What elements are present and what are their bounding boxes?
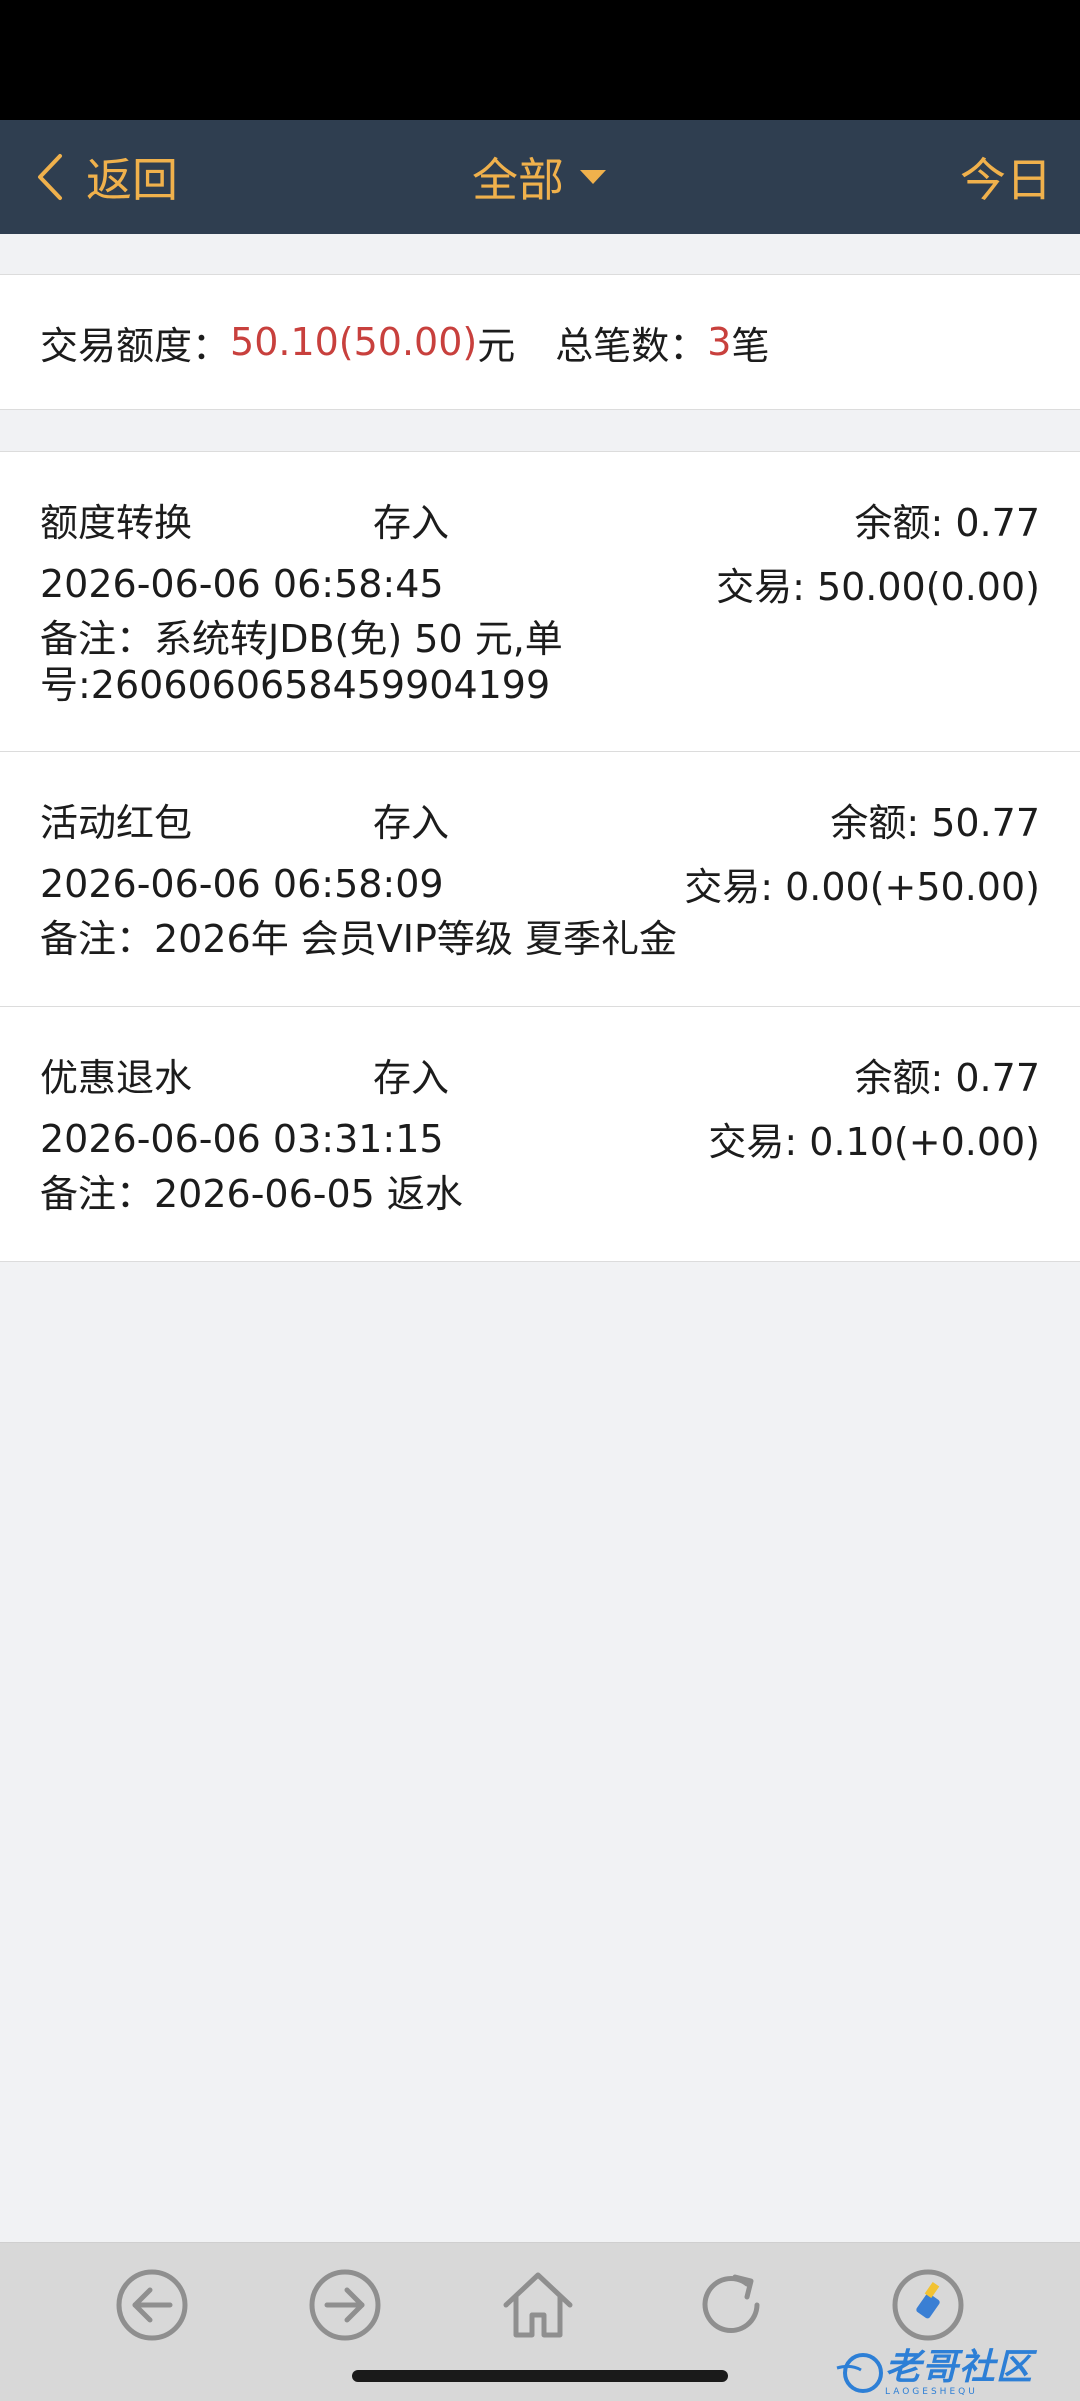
list-item[interactable]: 额度转换 存入 余额: 0.77 2026-06-06 06:58:45 交易:… bbox=[0, 452, 1080, 752]
amount-label: 交易额度： bbox=[40, 323, 231, 368]
transaction-list: 额度转换 存入 余额: 0.77 2026-06-06 06:58:45 交易:… bbox=[0, 451, 1080, 1262]
amount-value: 50.10(50.00) bbox=[230, 320, 478, 364]
record-direction: 存入 bbox=[373, 801, 450, 845]
record-type: 额度转换 bbox=[40, 501, 193, 545]
today-button[interactable]: 今日 bbox=[960, 120, 1052, 234]
watermark-subtext: LAOGESHEQU bbox=[885, 2386, 978, 2397]
caret-down-icon bbox=[580, 170, 606, 184]
record-balance: 余额: 0.77 bbox=[854, 501, 1041, 545]
record-datetime: 2026-06-06 03:31:15 bbox=[40, 1116, 444, 1161]
list-item[interactable]: 优惠退水 存入 余额: 0.77 2026-06-06 03:31:15 交易:… bbox=[0, 1007, 1080, 1262]
chevron-left-icon bbox=[38, 154, 62, 200]
record-type: 优惠退水 bbox=[40, 1056, 193, 1100]
summary-bar: 交易额度： 50.10(50.00) 元 总笔数： 3 笔 bbox=[0, 274, 1080, 410]
record-balance: 余额: 50.77 bbox=[830, 801, 1040, 845]
status-bar bbox=[0, 0, 1080, 120]
count-value: 3 bbox=[707, 320, 732, 364]
home-icon[interactable] bbox=[498, 2265, 578, 2345]
forward-arrow-icon[interactable] bbox=[305, 2265, 385, 2345]
summary-count: 总笔数： 3 笔 bbox=[555, 315, 769, 370]
amount-unit: 元 bbox=[477, 323, 516, 368]
back-label: 返回 bbox=[86, 153, 178, 207]
clear-cache-icon[interactable] bbox=[888, 2265, 968, 2345]
back-arrow-icon[interactable] bbox=[112, 2265, 192, 2345]
record-note: 备注：2026-06-05 返水 bbox=[40, 1172, 463, 1216]
count-label: 总笔数： bbox=[555, 323, 708, 368]
record-direction: 存入 bbox=[373, 1056, 450, 1100]
record-transaction: 交易: 50.00(0.00) bbox=[716, 565, 1040, 609]
list-item[interactable]: 活动红包 存入 余额: 50.77 2026-06-06 06:58:09 交易… bbox=[0, 752, 1080, 1007]
summary-amount: 交易额度： 50.10(50.00) 元 bbox=[40, 315, 515, 370]
record-datetime: 2026-06-06 06:58:45 bbox=[40, 561, 444, 606]
app-header: 返回 全部 今日 bbox=[0, 120, 1080, 234]
record-direction: 存入 bbox=[373, 501, 450, 545]
refresh-icon[interactable] bbox=[691, 2265, 771, 2345]
record-transaction: 交易: 0.10(+0.00) bbox=[708, 1120, 1040, 1164]
watermark-text: 老哥社区 bbox=[885, 2346, 1034, 2388]
filter-dropdown[interactable]: 全部 bbox=[472, 144, 608, 210]
record-note: 备注：系统转JDB(免) 50 元,单号:2606060658459904199 bbox=[40, 617, 563, 707]
home-indicator[interactable] bbox=[352, 2370, 728, 2382]
record-transaction: 交易: 0.00(+50.00) bbox=[684, 865, 1040, 909]
record-balance: 余额: 0.77 bbox=[854, 1056, 1041, 1100]
record-note: 备注：2026年 会员VIP等级 夏季礼金 bbox=[40, 917, 677, 961]
record-datetime: 2026-06-06 06:58:09 bbox=[40, 861, 444, 906]
comet-logo-icon bbox=[836, 2353, 883, 2393]
watermark-logo: 老哥社区 LAOGESHEQU bbox=[835, 2346, 1033, 2400]
record-type: 活动红包 bbox=[40, 801, 193, 845]
back-button[interactable]: 返回 bbox=[36, 120, 178, 234]
count-unit: 笔 bbox=[731, 323, 770, 368]
page-title: 全部 bbox=[472, 153, 564, 207]
